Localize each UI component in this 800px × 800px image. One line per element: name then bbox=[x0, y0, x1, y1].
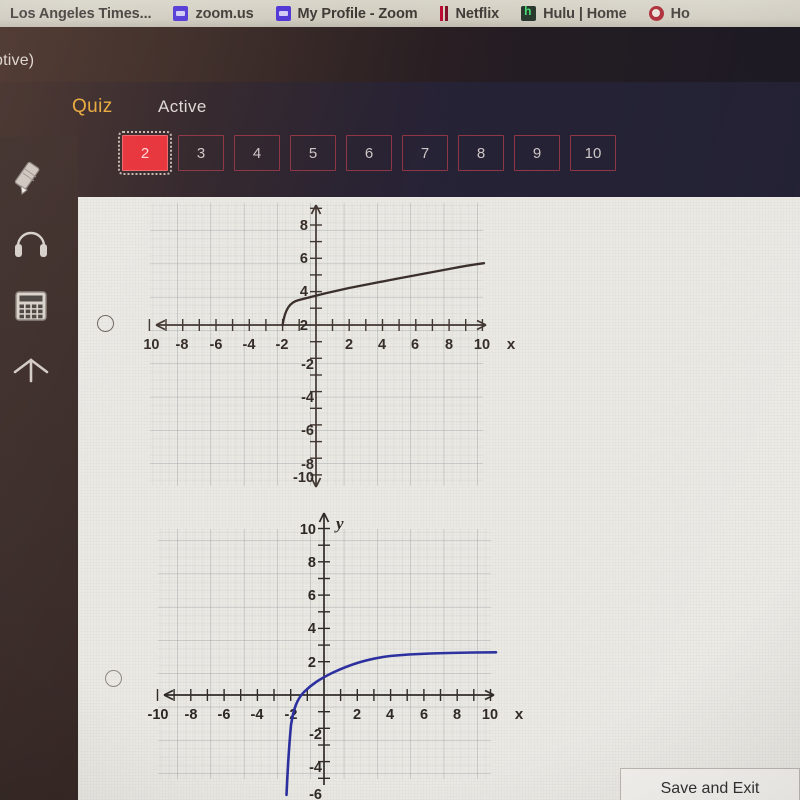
y-tick-label: -6 bbox=[301, 423, 314, 439]
x-tick-label: 4 bbox=[378, 337, 386, 353]
question-number-list: 2 3 4 5 6 7 8 9 10 bbox=[118, 131, 616, 175]
page-title-truncated: ptive) bbox=[0, 52, 35, 69]
question-number-8[interactable]: 8 bbox=[458, 135, 504, 171]
x-tick-label: 2 bbox=[345, 337, 353, 353]
question-number-7[interactable]: 7 bbox=[402, 135, 448, 171]
arrow-up-icon bbox=[13, 358, 49, 383]
y-tick-label: -6 bbox=[309, 787, 322, 800]
y-tick-label: 2 bbox=[308, 655, 316, 671]
x-tick-label: -10 bbox=[148, 707, 169, 723]
x-tick-label: 6 bbox=[411, 337, 419, 353]
question-number-4[interactable]: 4 bbox=[234, 135, 280, 171]
highlighter-icon bbox=[14, 161, 40, 195]
y-tick-label: -10 bbox=[293, 470, 314, 486]
answer-radio-option-b[interactable] bbox=[105, 670, 122, 687]
scroll-up-button[interactable] bbox=[8, 347, 54, 393]
headphones-tool-button[interactable] bbox=[8, 219, 54, 265]
x-tick-label: 10 bbox=[474, 337, 490, 353]
calculator-icon bbox=[15, 291, 47, 321]
bookmark-hulu[interactable]: Hulu | Home bbox=[521, 4, 627, 22]
graph-option-b: -10 -8 -6 -4 -2 2 4 6 8 10 x 10 8 6 4 2 … bbox=[144, 507, 574, 800]
x-tick-label: -10 bbox=[144, 337, 159, 353]
bookmark-netflix[interactable]: Netflix bbox=[439, 5, 500, 22]
tool-rail bbox=[0, 137, 78, 800]
calculator-tool-button[interactable] bbox=[8, 283, 54, 329]
y-tick-label: 2 bbox=[300, 318, 308, 334]
screenshot-root: Los Angeles Times... zoom.us My Profile … bbox=[0, 0, 800, 800]
x-tick-label: 2 bbox=[353, 707, 361, 723]
x-tick-label: -2 bbox=[276, 337, 289, 353]
question-number-10[interactable]: 10 bbox=[570, 135, 616, 171]
graph-a-svg: -10 -8 -6 -4 -2 2 4 6 8 10 x 8 6 4 bbox=[144, 203, 516, 488]
bookmark-label: zoom.us bbox=[195, 5, 254, 22]
y-tick-label: -2 bbox=[309, 727, 322, 743]
bookmark-la-times[interactable]: Los Angeles Times... bbox=[10, 5, 152, 22]
y-tick-label: 10 bbox=[300, 522, 316, 538]
x-tick-label: -6 bbox=[210, 337, 223, 353]
y-axis-label: y bbox=[334, 514, 344, 533]
y-tick-label: 8 bbox=[308, 555, 316, 571]
bookmark-label: My Profile - Zoom bbox=[297, 5, 418, 22]
bookmark-my-profile-zoom[interactable]: My Profile - Zoom bbox=[275, 5, 418, 22]
bookmark-label: Los Angeles Times... bbox=[10, 5, 152, 22]
x-tick-label: 8 bbox=[453, 707, 461, 723]
x-tick-label: 4 bbox=[386, 707, 394, 723]
save-and-exit-button[interactable]: Save and Exit bbox=[620, 768, 800, 800]
graph-option-a: -10 -8 -6 -4 -2 2 4 6 8 10 x 8 6 4 bbox=[144, 197, 564, 497]
question-content-area: -10 -8 -6 -4 -2 2 4 6 8 10 x 8 6 4 bbox=[78, 197, 800, 800]
headphones-icon bbox=[15, 231, 47, 257]
y-tick-label: 8 bbox=[300, 218, 308, 234]
y-tick-label: 6 bbox=[308, 588, 316, 604]
question-number-3[interactable]: 3 bbox=[178, 135, 224, 171]
x-axis-label: x bbox=[515, 706, 524, 723]
x-axis-label: x bbox=[507, 336, 516, 353]
x-tick-label: -4 bbox=[251, 707, 264, 723]
x-tick-label: -4 bbox=[243, 337, 256, 353]
bookmark-home[interactable]: Ho bbox=[648, 5, 690, 22]
y-tick-label: -2 bbox=[301, 357, 314, 373]
y-tick-label: -4 bbox=[301, 390, 314, 406]
bookmark-label: Hulu | Home bbox=[543, 5, 627, 22]
x-tick-label: -8 bbox=[176, 337, 189, 353]
quiz-label: Quiz bbox=[72, 96, 113, 117]
question-number-5[interactable]: 5 bbox=[290, 135, 336, 171]
question-number-9[interactable]: 9 bbox=[514, 135, 560, 171]
answer-radio-option-a[interactable] bbox=[97, 315, 114, 332]
x-tick-label: 8 bbox=[445, 337, 453, 353]
x-tick-label: 6 bbox=[420, 707, 428, 723]
bookmark-zoom-us[interactable]: zoom.us bbox=[173, 5, 254, 22]
browser-bookmarks-bar: Los Angeles Times... zoom.us My Profile … bbox=[0, 0, 800, 27]
bookmark-label: Netflix bbox=[455, 5, 500, 22]
app-header-bar bbox=[0, 27, 800, 82]
graph-b-svg: -10 -8 -6 -4 -2 2 4 6 8 10 x 10 8 6 4 2 … bbox=[148, 512, 524, 800]
x-tick-label: -8 bbox=[185, 707, 198, 723]
question-number-6[interactable]: 6 bbox=[346, 135, 392, 171]
y-tick-label: -4 bbox=[309, 760, 322, 776]
home-icon bbox=[648, 6, 664, 21]
bookmark-label: Ho bbox=[670, 5, 690, 22]
highlighter-tool-button[interactable] bbox=[8, 155, 54, 201]
question-number-2[interactable]: 2 bbox=[118, 131, 172, 175]
y-tick-label: 6 bbox=[300, 251, 308, 267]
zoom-icon bbox=[173, 6, 189, 21]
y-tick-label: 4 bbox=[308, 621, 316, 637]
x-tick-label: -6 bbox=[218, 707, 231, 723]
x-tick-label: 10 bbox=[482, 707, 498, 723]
hulu-icon bbox=[521, 4, 537, 21]
netflix-icon bbox=[439, 6, 449, 21]
quiz-status-label: Active bbox=[158, 97, 207, 116]
zoom-icon bbox=[275, 6, 291, 21]
